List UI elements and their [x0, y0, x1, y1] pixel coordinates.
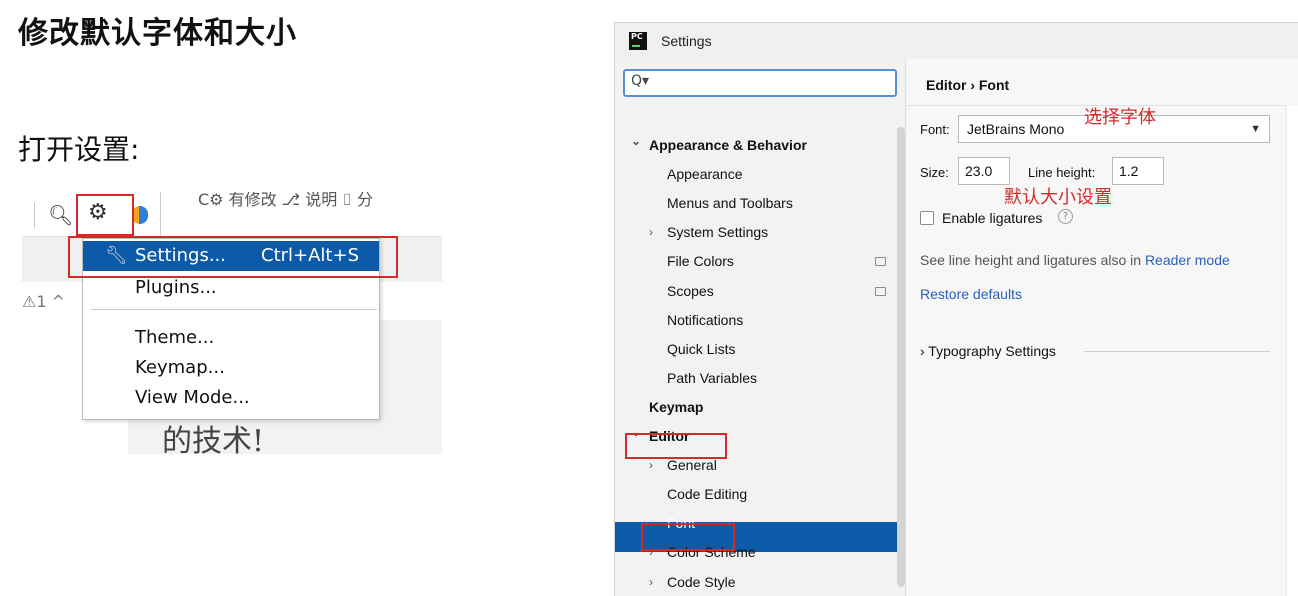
- nav-item-label: Code Editing: [667, 486, 748, 502]
- line-height-input[interactable]: 1.2: [1112, 157, 1164, 185]
- project-scope-icon: [875, 287, 886, 296]
- reader-mode-link[interactable]: Reader mode: [1145, 252, 1230, 268]
- nav-item-label: Code Style: [667, 574, 736, 590]
- nav-item-path-variables[interactable]: Path Variables: [615, 365, 905, 391]
- menu-item-view-mode[interactable]: View Mode...: [83, 383, 379, 413]
- nav-scrollbar[interactable]: [897, 127, 905, 587]
- nav-item-scopes[interactable]: Scopes: [615, 278, 905, 304]
- chevron-down-icon[interactable]: ⌄: [631, 128, 641, 154]
- chevron-down-icon: ▼: [1250, 123, 1261, 135]
- toolbar-snippet: 🔍︎ ⚙ C⚙ 有修改 ⎇ 说明 ⌷ 分 ⚠1 ^ 的技术! 🔧︎ Settin…: [22, 192, 442, 454]
- info-prefix: See line height and ligatures also in: [920, 252, 1145, 268]
- size-label: Size:: [920, 165, 949, 180]
- restore-defaults-link[interactable]: Restore defaults: [920, 286, 1022, 302]
- nav-item-label: System Settings: [667, 224, 769, 240]
- size-input[interactable]: 23.0: [958, 157, 1010, 185]
- menu-item-label: Theme...: [135, 327, 215, 348]
- help-icon[interactable]: ?: [1058, 209, 1073, 224]
- color-icon[interactable]: [132, 206, 148, 224]
- font-highlight-box: [641, 523, 735, 551]
- settings-dialog: PC Settings Q▾ ⌄ Appearance & Behavior App…: [614, 22, 1298, 596]
- toolbar-divider: [34, 202, 35, 228]
- nav-item-notifications[interactable]: Notifications: [615, 307, 905, 333]
- nav-item-code-style[interactable]: › Code Style: [615, 569, 905, 595]
- nav-item-keymap[interactable]: Keymap: [615, 394, 905, 420]
- settings-highlight-box: [68, 236, 398, 278]
- nav-item-appearance-behavior[interactable]: ⌄ Appearance & Behavior: [615, 132, 905, 158]
- project-scope-icon: [875, 257, 886, 266]
- font-select-value: JetBrains Mono: [967, 121, 1065, 137]
- nav-item-label: Quick Lists: [667, 341, 736, 357]
- info-text: See line height and ligatures also in Re…: [920, 252, 1230, 268]
- nav-item-system-settings[interactable]: › System Settings: [615, 219, 905, 245]
- nav-item-code-editing[interactable]: Code Editing: [615, 481, 905, 507]
- settings-nav: Q▾ ⌄ Appearance & Behavior Appearance Menus…: [615, 59, 905, 596]
- dialog-title: Settings: [661, 33, 712, 49]
- ligatures-checkbox[interactable]: [920, 211, 934, 225]
- nav-item-file-colors[interactable]: File Colors: [615, 248, 905, 274]
- editor-highlight-box: [625, 433, 727, 459]
- nav-item-label: Notifications: [667, 312, 744, 328]
- app-logo-icon: PC: [629, 32, 647, 50]
- nav-item-label: Menus and Toolbars: [667, 195, 793, 211]
- typography-divider: [1084, 351, 1270, 352]
- menu-separator: [91, 309, 377, 310]
- nav-item-label: File Colors: [667, 253, 734, 269]
- warning-badge[interactable]: ⚠1 ^: [22, 292, 65, 311]
- nav-item-label: Appearance: [667, 166, 743, 182]
- nav-item-quick-lists[interactable]: Quick Lists: [615, 336, 905, 362]
- gear-highlight-box: [76, 194, 134, 236]
- ligatures-label[interactable]: Enable ligatures: [942, 210, 1042, 226]
- chevron-right-icon[interactable]: ›: [649, 219, 653, 245]
- page-title: 修改默认字体和大小: [18, 16, 297, 51]
- step-text: 打开设置:: [18, 133, 140, 166]
- search-icon[interactable]: 🔍︎: [48, 203, 73, 227]
- chevron-right-icon[interactable]: ›: [649, 569, 653, 595]
- typography-settings-toggle[interactable]: › Typography Settings: [920, 343, 1056, 359]
- menu-item-keymap[interactable]: Keymap...: [83, 353, 379, 383]
- menu-item-label: Keymap...: [135, 357, 225, 378]
- toolbar-cut-text: C⚙ 有修改 ⎇ 说明 ⌷ 分: [198, 192, 373, 209]
- font-label: Font:: [920, 122, 950, 137]
- annotation-default-size: 默认大小设置: [1004, 187, 1112, 208]
- background-text: 的技术!: [162, 424, 265, 454]
- nav-item-label: Keymap: [649, 399, 704, 415]
- nav-item-menus-and-toolbars[interactable]: Menus and Toolbars: [615, 190, 905, 216]
- content-scrollbar-track[interactable]: [1286, 105, 1298, 596]
- annotation-choose-font: 选择字体: [1084, 107, 1156, 128]
- nav-item-label: Scopes: [667, 283, 714, 299]
- menu-item-theme[interactable]: Theme...: [83, 323, 379, 353]
- settings-content: Editor › Font Font: JetBrains Mono ▼ 选择字…: [905, 59, 1298, 596]
- nav-item-label: Path Variables: [667, 370, 758, 386]
- toolbar-divider: [160, 192, 161, 236]
- search-icon: Q▾: [631, 73, 650, 89]
- menu-item-label: View Mode...: [135, 387, 250, 408]
- dialog-titlebar: PC Settings: [615, 23, 1298, 59]
- nav-item-label: Appearance & Behavior: [649, 137, 807, 153]
- settings-search-input[interactable]: Q▾: [623, 69, 897, 97]
- nav-item-appearance[interactable]: Appearance: [615, 161, 905, 187]
- line-height-label: Line height:: [1028, 165, 1096, 180]
- breadcrumb: Editor › Font: [926, 77, 1010, 93]
